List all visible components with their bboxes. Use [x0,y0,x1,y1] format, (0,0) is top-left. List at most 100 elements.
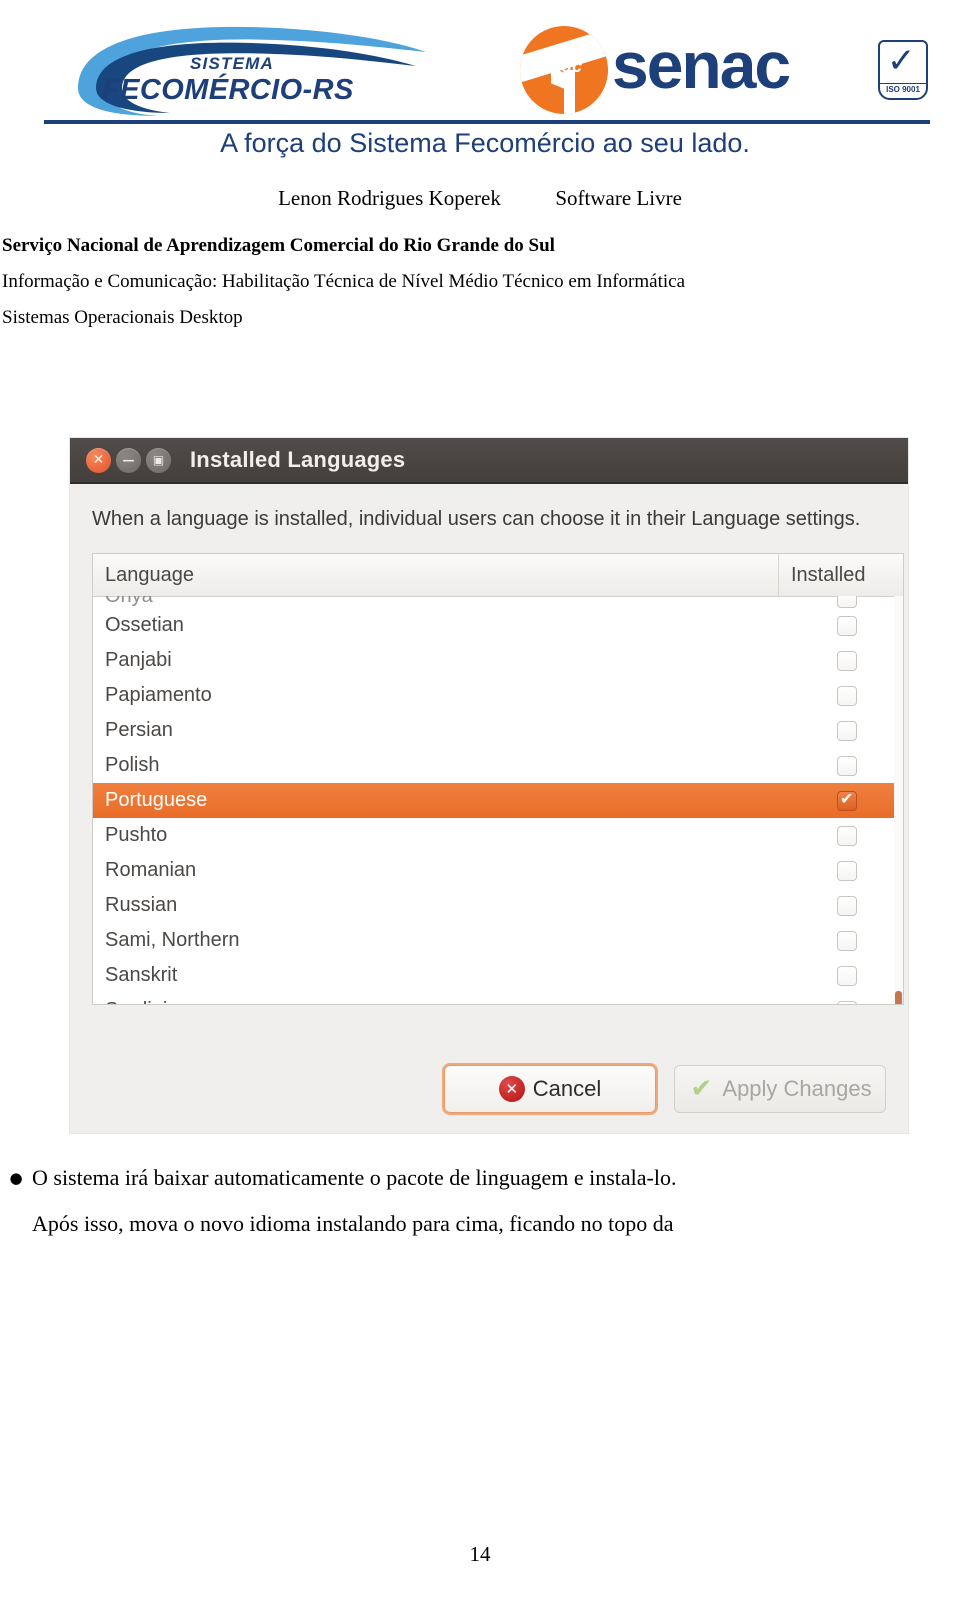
column-header-language[interactable]: Language [93,554,779,596]
table-row[interactable]: Sardinian [93,993,903,1004]
table-row[interactable]: Ossetian [93,608,903,643]
table-row[interactable]: Oriya [93,596,903,608]
table-row[interactable]: Sami, Northern [93,923,903,958]
installed-cell[interactable] [791,615,903,636]
installed-cell[interactable] [791,1000,903,1004]
installed-checkbox[interactable] [837,685,857,706]
installed-checkbox[interactable] [837,860,857,881]
cancel-x-icon [498,1076,525,1102]
dialog-title: Installed Languages [190,447,406,472]
language-rows: Oriya Ossetian Panjabi Papiamento Persian Pol… [93,596,903,1004]
installed-cell[interactable] [791,789,903,811]
senac-flame-stem [564,70,575,114]
fecomercio-wordmark: FECOMÉRCIO-RS [102,74,354,106]
language-list-header: Language Installed [93,554,903,597]
iso-badge-label: ISO 9001 [880,83,926,94]
language-name: Portuguese [105,789,208,811]
cancel-button-label: Cancel [532,1076,602,1101]
maximize-glyph: ▣ [152,453,165,467]
language-name: Sanskrit [105,964,178,986]
letterhead-divider [44,120,930,124]
language-name: Polish [105,754,160,776]
table-row[interactable]: Russian [93,888,903,923]
list-item: ●Após isso, mova o novo idioma instaland… [0,1210,960,1238]
language-list[interactable]: Language Installed Oriya Ossetian Panjabi P… [92,553,904,1005]
installed-cell[interactable] [791,596,903,608]
installed-checkbox[interactable] [837,965,857,986]
institution-line: Serviço Nacional de Aprendizagem Comerci… [2,235,555,256]
list-scrollbar-thumb[interactable] [895,991,902,1004]
page-number: 14 [469,1542,491,1566]
table-row[interactable]: Pushto [93,818,903,853]
installed-checkbox[interactable] [837,1000,857,1004]
column-header-installed[interactable]: Installed [779,554,903,596]
close-icon[interactable]: ✕ [86,447,111,473]
language-name: Russian [105,894,178,916]
bullet-text: O sistema irá baixar automaticamente o p… [32,1165,677,1190]
bullet-text: Após isso, mova o novo idioma instalando… [32,1211,674,1236]
table-row[interactable]: Papiamento [93,678,903,713]
installed-cell[interactable] [791,860,903,881]
language-name: Papiamento [105,684,212,706]
installed-checkbox[interactable] [837,615,857,636]
installed-cell[interactable] [791,965,903,986]
letterhead-tagline: A força do Sistema Fecomércio ao seu lad… [220,128,750,158]
installed-checkbox[interactable] [837,650,857,671]
list-scrollbar[interactable] [894,596,903,1004]
apply-changes-button[interactable]: ✔ Apply Changes [674,1065,886,1113]
language-name: Pushto [105,824,168,846]
iso-9001-badge: ✓ ISO 9001 [878,40,928,100]
iso-check-icon: ✓ [887,41,916,81]
installed-cell[interactable] [791,930,903,951]
letterhead-logos: SISTEMA FECOMÉRCIO-RS senac senac ✓ ISO … [40,12,930,122]
language-name: Romanian [105,859,197,881]
dialog-body: When a language is installed, individual… [70,484,908,1005]
table-row[interactable]: Panjabi [93,643,903,678]
installed-checkbox[interactable] [837,755,857,776]
language-name: Sardinian [93,999,791,1004]
installed-languages-dialog: ✕ — ▣ Installed Languages When a languag… [70,438,908,1133]
installed-checkbox-checked[interactable] [837,789,857,811]
table-row[interactable]: Persian [93,713,903,748]
discipline-line: Sistemas Operacionais Desktop [2,307,243,328]
column-header-language-label: Language [105,563,194,586]
installed-cell[interactable] [791,755,903,776]
cancel-button[interactable]: Cancel [444,1065,656,1113]
installed-checkbox[interactable] [837,895,857,916]
column-header-installed-label: Installed [791,563,866,586]
letterhead: SISTEMA FECOMÉRCIO-RS senac senac ✓ ISO … [40,12,930,160]
dialog-description: When a language is installed, individual… [92,508,861,530]
subject-name: Software Livre [555,186,682,210]
installed-cell[interactable] [791,825,903,846]
maximize-icon[interactable]: ▣ [146,447,171,473]
installed-cell[interactable] [791,685,903,706]
installed-cell[interactable] [791,895,903,916]
minimize-icon[interactable]: — [116,447,141,473]
table-row[interactable]: Romanian [93,853,903,888]
senac-wordmark: senac [612,28,791,102]
table-row[interactable]: Sanskrit [93,958,903,993]
language-name: Sami, Northern [105,929,240,951]
language-name: Ossetian [105,614,184,636]
language-name: Oriya [105,596,153,607]
course-line: Informação e Comunicação: Habilitação Té… [2,271,685,292]
list-item: ● O sistema irá baixar automaticamente o … [0,1164,960,1192]
installed-cell[interactable] [791,720,903,741]
installed-checkbox[interactable] [837,720,857,741]
language-name: Panjabi [105,649,172,671]
installed-cell[interactable] [791,650,903,671]
document-heading: Lenon Rodrigues Koperek Software Livre S… [0,186,960,343]
author-name: Lenon Rodrigues Koperek [278,186,501,210]
minimize-glyph: — [122,453,135,467]
author-subject-line: Lenon Rodrigues Koperek Software Livre [0,186,960,211]
table-row[interactable]: Portuguese [93,783,903,818]
bullet-list: ● O sistema irá baixar automaticamente o … [0,1164,960,1256]
table-row[interactable]: Polish [93,748,903,783]
installed-checkbox[interactable] [837,930,857,951]
close-glyph: ✕ [92,452,105,468]
apply-check-icon: ✔ [690,1074,713,1104]
fecomercio-sistema-label: SISTEMA [190,54,274,73]
dialog-titlebar[interactable]: ✕ — ▣ Installed Languages [70,438,908,484]
installed-checkbox[interactable] [837,825,857,846]
installed-checkbox[interactable] [837,596,857,608]
